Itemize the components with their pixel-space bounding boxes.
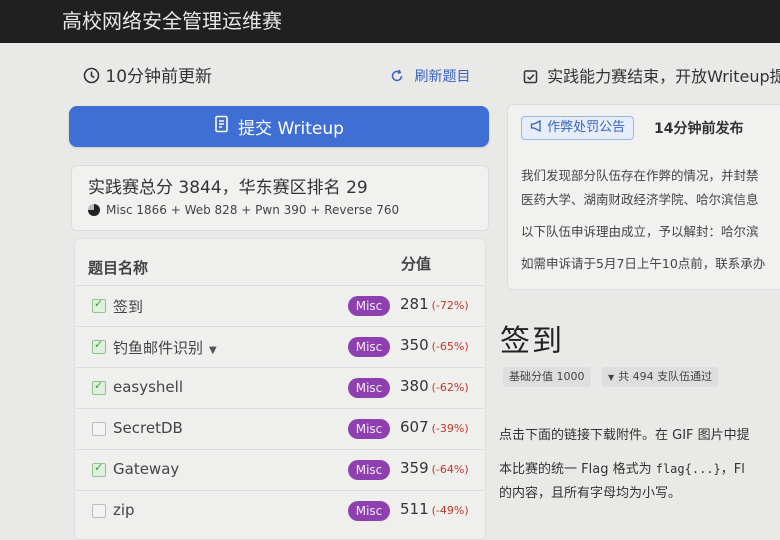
score-card: 实践赛总分 3844，华东赛区排名 29 Misc 1866 + Web 828… xyxy=(71,165,489,231)
solved-checkbox xyxy=(92,338,106,354)
challenge-name-wrap: 钓鱼邮件识别 ▼ xyxy=(113,337,217,358)
flag-format-line: 本比赛的统一 Flag 格式为 flag{...}，Fl xyxy=(499,458,745,477)
announcement-tag-label: 作弊处罚公告 xyxy=(547,120,626,135)
challenge-score: 281 (-72%) xyxy=(400,295,469,313)
clock-icon xyxy=(83,67,100,87)
score-value: 607 xyxy=(400,418,429,436)
table-row[interactable]: easyshell Misc 380(-62%) xyxy=(75,367,485,408)
announcement-tag: 作弊处罚公告 xyxy=(521,116,635,140)
challenge-name: SecretDB xyxy=(113,419,183,437)
refresh-label: 刷新题目 xyxy=(414,69,471,85)
refresh-icon xyxy=(390,69,404,85)
chevron-down-icon[interactable]: ▼ xyxy=(209,345,217,356)
base-score-pill: 基础分值 1000 xyxy=(503,367,591,387)
category-badge: Misc xyxy=(348,337,390,357)
score-breakdown-line: Misc 1866 + Web 828 + Pwn 390 + Reverse … xyxy=(88,203,399,217)
challenge-name: 钓鱼邮件识别 xyxy=(113,339,204,357)
update-status: 10分钟前更新 xyxy=(83,62,212,87)
challenge-name: 签到 xyxy=(113,298,144,316)
score-value: 380 xyxy=(400,377,429,395)
category-badge: Misc xyxy=(348,501,390,521)
challenge-description: 点击下面的链接下载附件。在 GIF 图片中提 xyxy=(499,428,750,443)
score-change: (-39%) xyxy=(431,422,469,435)
score-change: (-62%) xyxy=(431,381,469,394)
challenge-title: 签到 xyxy=(500,324,564,359)
column-header-score: 分值 xyxy=(401,255,432,273)
flag-format-code: flag{...} xyxy=(655,462,721,476)
challenge-score: 380 (-62%) xyxy=(400,377,469,395)
submit-writeup-label: 提交 Writeup xyxy=(238,119,344,139)
score-value: 281 xyxy=(400,295,429,313)
announcement-text: 医药大学、湖南财政经济学院、哈尔滨信息 xyxy=(521,192,759,207)
challenge-score: 607 (-39%) xyxy=(400,418,469,436)
chevron-down-icon: ▼ xyxy=(608,373,615,382)
category-badge: Misc xyxy=(348,460,390,480)
unsolved-checkbox xyxy=(92,422,106,436)
announcement-text: 我们发现部分队伍存在作弊的情况，并封禁 xyxy=(521,168,759,183)
announcement-text: 以下队伍申诉理由成立，予以解封：哈尔滨 xyxy=(521,224,759,239)
submit-writeup-button[interactable]: 提交 Writeup xyxy=(69,106,489,147)
megaphone-icon xyxy=(530,117,543,139)
score-change: (-72%) xyxy=(431,299,469,312)
notice-header[interactable]: 实践能力赛结束，开放Writeup提 xyxy=(523,63,780,87)
score-value: 359 xyxy=(400,459,429,477)
document-icon xyxy=(214,115,230,138)
app-title: 高校网络安全管理运维赛 xyxy=(62,9,282,33)
score-change: (-64%) xyxy=(431,463,469,476)
table-row[interactable]: Gateway Misc 359(-64%) xyxy=(75,449,485,490)
solved-count: 共 494 支队伍通过 xyxy=(618,370,713,383)
solved-checkbox xyxy=(92,461,106,477)
solved-count-pill[interactable]: ▼ 共 494 支队伍通过 xyxy=(602,367,719,387)
challenge-name: easyshell xyxy=(113,378,183,396)
score-change: (-49%) xyxy=(431,504,469,517)
score-value: 350 xyxy=(400,336,429,354)
challenge-name: Gateway xyxy=(113,460,180,478)
table-row[interactable]: 钓鱼邮件识别 ▼ Misc 350(-65%) xyxy=(75,326,485,367)
score-value: 511 xyxy=(400,500,429,518)
top-bar: 高校网络安全管理运维赛 xyxy=(0,0,780,43)
challenge-description-2: 的内容，且所有字母均为小写。 xyxy=(499,486,682,501)
challenge-name: zip xyxy=(113,501,135,519)
announcement-text: 如需申诉请于5月7日上午10点前，联系承办 xyxy=(521,256,766,271)
table-row[interactable]: SecretDB Misc 607 (-39%) xyxy=(75,408,485,449)
challenge-score: 511 (-49%) xyxy=(400,500,469,518)
announcement-card: 作弊处罚公告 14分钟前发布 我们发现部分队伍存在作弊的情况，并封禁 医药大学、… xyxy=(507,104,780,290)
challenge-score: 359 (-64%) xyxy=(400,459,469,477)
unsolved-checkbox xyxy=(92,504,106,518)
column-header-name: 题目名称 xyxy=(88,259,149,277)
checkbox-calendar-icon xyxy=(523,67,538,86)
pie-chart-icon xyxy=(88,204,100,216)
solved-checkbox xyxy=(92,297,106,313)
category-badge: Misc xyxy=(348,419,390,439)
category-badge: Misc xyxy=(348,296,390,316)
score-change: (-65%) xyxy=(431,340,469,353)
refresh-button[interactable]: 刷新题目 xyxy=(390,66,470,86)
table-row[interactable]: zip Misc 511 (-49%) xyxy=(75,490,485,531)
challenge-score: 350 (-65%) xyxy=(400,336,469,354)
flag-format-text: 本比赛的统一 Flag 格式为 xyxy=(499,462,656,477)
solved-checkbox xyxy=(92,379,106,395)
score-breakdown: Misc 1866 + Web 828 + Pwn 390 + Reverse … xyxy=(106,203,400,217)
announcement-time: 14分钟前发布 xyxy=(654,121,744,137)
challenge-table: 题目名称 分值 签到 Misc 281(-72%) 钓鱼邮件识别 ▼ Misc 3… xyxy=(74,238,486,540)
update-time: 10分钟前更新 xyxy=(105,67,213,87)
flag-format-suffix: ，Fl xyxy=(720,462,745,477)
table-row[interactable]: 签到 Misc 281(-72%) xyxy=(75,285,485,326)
total-score: 实践赛总分 3844，华东赛区排名 29 xyxy=(88,178,368,198)
notice-header-text: 实践能力赛结束，开放Writeup提 xyxy=(547,67,780,86)
category-badge: Misc xyxy=(348,378,390,398)
